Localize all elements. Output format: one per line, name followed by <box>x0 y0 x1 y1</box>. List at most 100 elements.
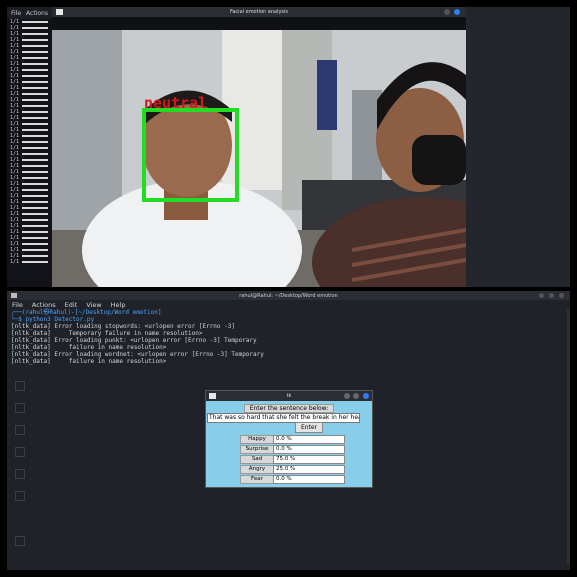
desktop-icon <box>15 447 25 457</box>
emotion-label-surprise: Surprise <box>240 445 274 454</box>
progress-bar <box>22 207 49 209</box>
tk-dialog: tk Enter the sentence below: That was so… <box>205 390 373 488</box>
progress-bar <box>22 261 49 263</box>
output-line: [nltk_data] Error loading stopwords: <ur… <box>11 323 235 330</box>
desktop-icon <box>15 381 25 391</box>
webcam-image: neutral <box>52 30 466 287</box>
progress-bar <box>22 123 49 125</box>
output-line: [nltk_data] Temporary failure in name re… <box>11 330 203 337</box>
emotion-label-angry: Angry <box>240 465 274 474</box>
progress-bar <box>22 171 49 173</box>
progress-bar <box>22 141 49 143</box>
progress-bar <box>22 249 49 251</box>
emotion-label-happy: Happy <box>240 435 274 444</box>
progress-bar <box>22 75 49 77</box>
progress-bar <box>22 177 49 179</box>
maximize-icon[interactable] <box>353 393 359 399</box>
emotion-value-surprise: 0.0 % <box>273 445 345 454</box>
minimize-icon[interactable] <box>539 293 544 298</box>
progress-bar <box>22 147 49 149</box>
progress-bar <box>22 21 49 23</box>
webcam-frame: neutral <box>52 30 466 287</box>
menu-file[interactable]: File <box>12 301 23 309</box>
prompt-label: Enter the sentence below: <box>244 404 334 413</box>
tk-app-icon <box>209 393 216 399</box>
progress-bar <box>22 153 49 155</box>
menu-view[interactable]: View <box>86 301 101 309</box>
minimize-icon[interactable] <box>444 9 450 15</box>
menu-edit[interactable]: Edit <box>65 301 78 309</box>
progress-bar <box>22 111 49 113</box>
emotion-value-fear: 0.0 % <box>273 475 345 484</box>
desktop-icon <box>15 491 25 501</box>
minimize-icon[interactable] <box>344 393 350 399</box>
progress-bar <box>22 51 49 53</box>
progress-bar <box>22 159 49 161</box>
left-terminal-output: 1/1 1/1 1/1 1/1 1/1 1/1 1/1 1/1 1/1 1/1 1/1 1/1 1/1 1… <box>7 19 52 265</box>
terminal-menubar: File Actions Edit View Help <box>7 300 570 309</box>
maximize-icon[interactable] <box>549 293 554 298</box>
desktop-icon <box>15 403 25 413</box>
output-line: [nltk_data] Error loading punkt: <urlope… <box>11 337 257 344</box>
tk-titlebar: tk <box>206 391 372 401</box>
progress-bar <box>22 183 49 185</box>
progress-bar <box>22 33 49 35</box>
progress-bar <box>22 219 49 221</box>
close-icon[interactable] <box>454 9 460 15</box>
desktop-panel <box>466 7 570 287</box>
progress-row: 1/1 <box>7 259 52 265</box>
progress-bar <box>22 201 49 203</box>
progress-row-prefix: 1/1 <box>10 259 20 265</box>
progress-bar <box>22 105 49 107</box>
emotion-value-happy: 0.0 % <box>273 435 345 444</box>
progress-bar <box>22 63 49 65</box>
menu-help[interactable]: Help <box>111 301 126 309</box>
detected-emotion-label: neutral <box>144 94 207 112</box>
progress-bar <box>22 129 49 131</box>
progress-bar <box>22 237 49 239</box>
progress-bar <box>22 93 49 95</box>
terminal-title: rahul@Rahul: ~/Desktop/Word emotion <box>239 292 338 299</box>
video-window-title: Facial emotion analysis <box>229 9 289 15</box>
sentence-input[interactable]: That was so hard that she felt the break… <box>207 413 360 423</box>
progress-bar <box>22 243 49 245</box>
progress-bar <box>22 99 49 101</box>
prompt-line: ┌──(rahul㉿Rahul)-[~/Desktop/Word emotion… <box>11 309 162 316</box>
video-toolbar <box>52 17 466 30</box>
progress-bar <box>22 225 49 227</box>
progress-bar <box>22 165 49 167</box>
progress-bar <box>22 39 49 41</box>
terminal-app-icon <box>11 293 17 298</box>
menu-actions[interactable]: Actions <box>26 10 48 17</box>
close-icon[interactable] <box>363 393 369 399</box>
progress-bar <box>22 27 49 29</box>
progress-bar <box>22 81 49 83</box>
command-line: └─$ python3 Detector.py <box>11 316 95 323</box>
progress-bar <box>22 189 49 191</box>
progress-bar <box>22 255 49 257</box>
left-terminal-menu: File Actions <box>7 7 52 19</box>
progress-bar <box>22 135 49 137</box>
progress-bar <box>22 213 49 215</box>
menu-file[interactable]: File <box>11 10 21 17</box>
video-window-titlebar: Facial emotion analysis <box>52 7 466 17</box>
progress-bar <box>22 231 49 233</box>
desktop-icon <box>15 469 25 479</box>
terminal-titlebar: rahul@Rahul: ~/Desktop/Word emotion <box>7 291 570 300</box>
tk-title: tk <box>286 393 292 399</box>
progress-bar <box>22 57 49 59</box>
progress-bar <box>22 117 49 119</box>
terminal-scrollbar[interactable] <box>567 309 570 564</box>
close-icon[interactable] <box>559 293 564 298</box>
terminal-output[interactable]: ┌──(rahul㉿Rahul)-[~/Desktop/Word emotion… <box>7 309 570 365</box>
menu-actions[interactable]: Actions <box>32 301 56 309</box>
enter-button[interactable]: Enter <box>295 422 323 433</box>
desktop-icon <box>15 536 25 546</box>
window-app-icon <box>56 9 63 15</box>
output-line: [nltk_data] failure in name resolution> <box>11 358 167 365</box>
emotion-label-fear: Fear <box>240 475 274 484</box>
desktop-icon <box>15 425 25 435</box>
progress-bar <box>22 195 49 197</box>
progress-bar <box>22 69 49 71</box>
video-window: Facial emotion analysis neutral <box>52 7 466 287</box>
